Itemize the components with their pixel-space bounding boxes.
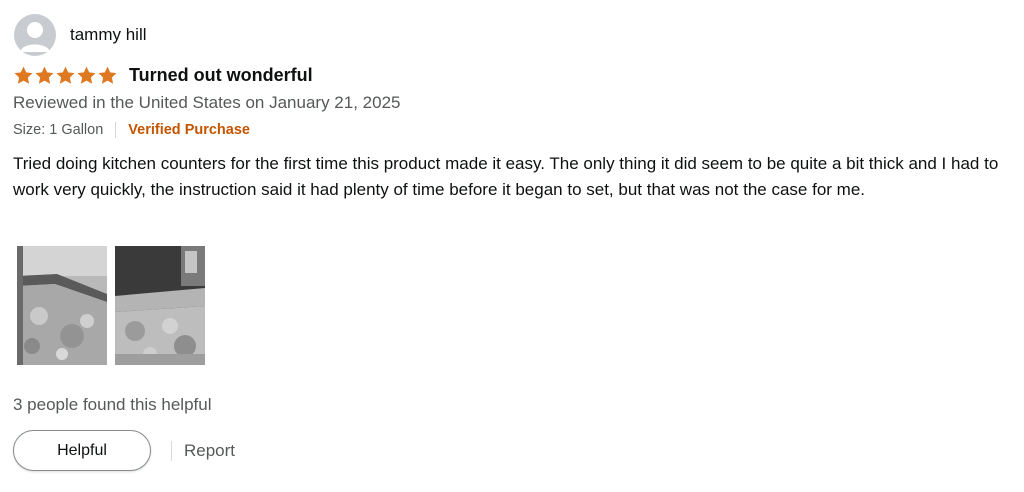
review-actions: Helpful Report xyxy=(13,430,235,471)
review-title[interactable]: Turned out wonderful xyxy=(129,65,313,86)
reviewer-profile[interactable]: tammy hill xyxy=(14,14,147,56)
customer-review: tammy hill Turned out wonderful Reviewed… xyxy=(0,0,1024,492)
meta-divider xyxy=(115,122,117,138)
review-images xyxy=(17,246,205,365)
star-rating[interactable] xyxy=(13,65,118,86)
verified-purchase-badge: Verified Purchase xyxy=(128,122,250,138)
product-variant[interactable]: Size: 1 Gallon xyxy=(13,122,103,138)
review-date: Reviewed in the United States on January… xyxy=(13,93,401,112)
star-icon xyxy=(56,66,75,84)
helpful-button[interactable]: Helpful xyxy=(13,430,151,471)
star-icon xyxy=(14,66,33,84)
review-text: Tried doing kitchen counters for the fir… xyxy=(13,154,999,199)
reviewer-name[interactable]: tammy hill xyxy=(70,25,147,45)
review-image-thumbnail[interactable] xyxy=(115,246,205,365)
review-image-thumbnail[interactable] xyxy=(17,246,107,365)
review-meta: Size: 1 Gallon Verified Purchase xyxy=(13,122,250,138)
actions-divider xyxy=(171,440,172,461)
review-title-row: Turned out wonderful xyxy=(13,65,313,86)
user-avatar-icon[interactable] xyxy=(14,14,56,56)
report-link[interactable]: Report xyxy=(184,441,235,461)
star-icon xyxy=(98,66,117,84)
star-icon xyxy=(35,66,54,84)
helpful-vote-count: 3 people found this helpful xyxy=(13,395,212,414)
star-icon xyxy=(77,66,96,84)
